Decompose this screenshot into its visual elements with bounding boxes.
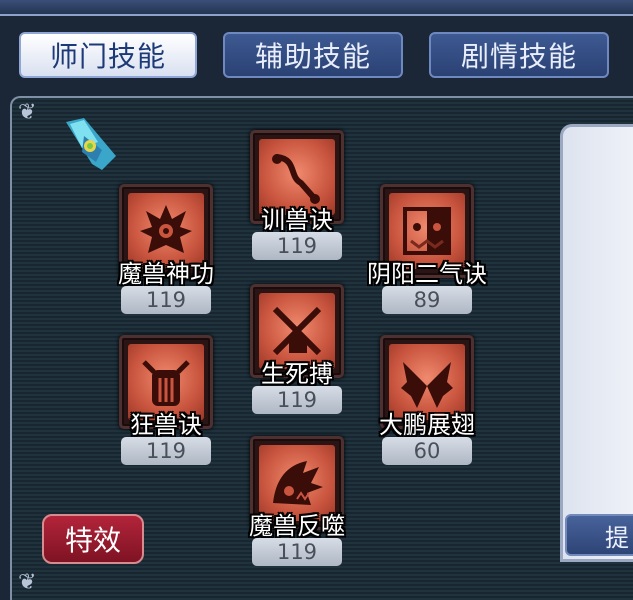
corner-ornament-icon: ❦ (18, 570, 37, 595)
skill-level: 119 (252, 232, 342, 260)
wings-icon (401, 362, 453, 408)
skill-level: 89 (382, 286, 472, 314)
corner-ornament-icon: ❦ (18, 100, 37, 125)
crossed-blades-icon (272, 306, 322, 356)
skill-slot[interactable]: 生死搏 119 (250, 284, 344, 414)
skill-slot[interactable]: 魔兽反噬 119 (249, 436, 345, 566)
hint-button[interactable]: 提 (565, 514, 633, 556)
skill-name: 生死搏 (261, 360, 333, 388)
tab-support-skills[interactable]: 辅助技能 (223, 32, 403, 78)
skill-slot[interactable]: 训兽诀 119 (250, 130, 344, 260)
skill-level: 119 (121, 286, 211, 314)
skill-name: 大鹏展翅 (379, 411, 475, 439)
demon-crown-icon (140, 205, 192, 253)
skill-level: 60 (382, 437, 472, 465)
skill-slot[interactable]: 阴阳二气诀 89 (367, 184, 487, 314)
effects-button[interactable]: 特效 (42, 514, 144, 564)
horned-beast-icon (142, 360, 190, 406)
skill-name: 阴阳二气诀 (367, 260, 487, 288)
tab-story-skills[interactable]: 剧情技能 (429, 32, 609, 78)
skill-name: 魔兽反噬 (249, 512, 345, 540)
whip-icon (272, 154, 320, 204)
skill-level: 119 (252, 538, 342, 566)
yin-yang-beast-icon (403, 207, 451, 255)
skill-slot[interactable]: 狂兽诀 119 (119, 335, 213, 465)
tab-school-skills[interactable]: 师门技能 (19, 32, 197, 78)
skill-name: 训兽诀 (261, 206, 333, 234)
skill-slot[interactable]: 大鹏展翅 60 (379, 335, 475, 465)
skill-name: 狂兽诀 (130, 411, 202, 439)
school-gem-icon (66, 118, 116, 170)
skill-level: 119 (121, 437, 211, 465)
skill-name: 魔兽神功 (118, 260, 214, 288)
skill-slot[interactable]: 魔兽神功 119 (118, 184, 214, 314)
skill-level: 119 (252, 386, 342, 414)
skill-description-panel (560, 124, 633, 562)
beast-bite-icon (273, 461, 323, 505)
window-top-border (0, 0, 633, 16)
